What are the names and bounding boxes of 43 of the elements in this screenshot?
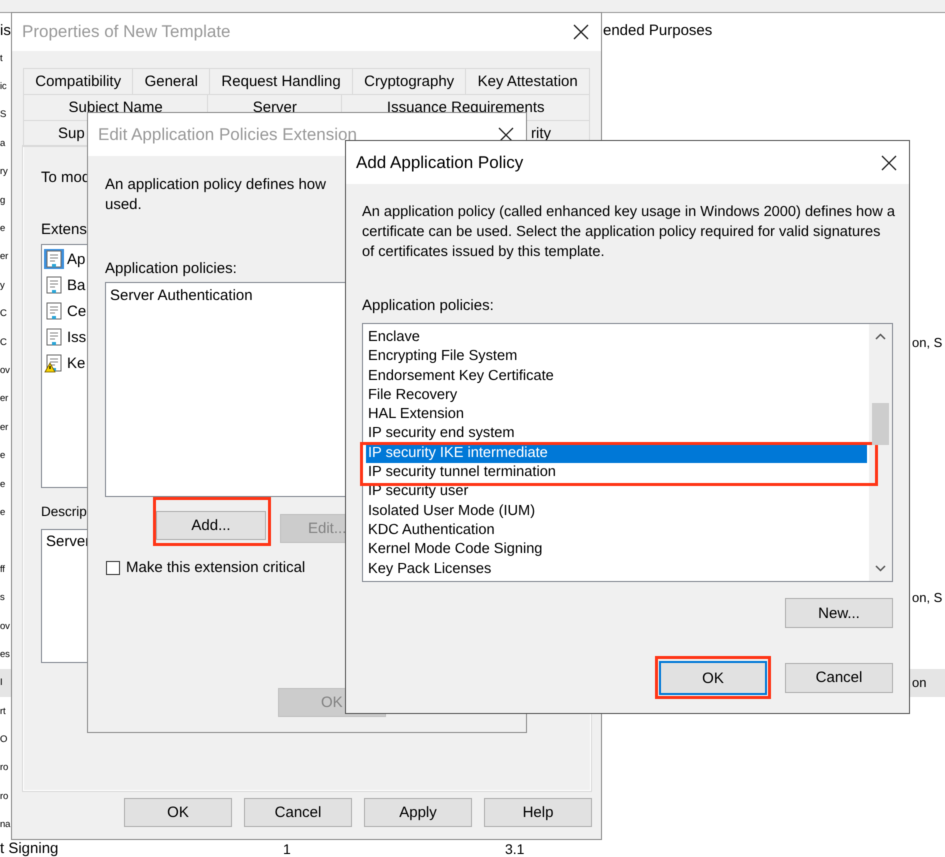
table-cell: on bbox=[912, 675, 926, 690]
table-cell: ro bbox=[0, 790, 8, 802]
table-cell: on, S bbox=[912, 334, 942, 350]
description-text: An application policy defines how bbox=[105, 175, 326, 195]
table-cell: C bbox=[0, 336, 7, 348]
table-cell: er bbox=[0, 251, 8, 262]
table-cell: na bbox=[0, 819, 10, 830]
table-cell: I bbox=[0, 677, 2, 688]
table-cell: ov bbox=[0, 620, 10, 632]
table-cell: O bbox=[0, 734, 8, 746]
table-cell: es bbox=[0, 648, 10, 660]
table-cell: g bbox=[0, 194, 6, 206]
table-cell: a bbox=[0, 138, 6, 149]
table-cell: e bbox=[0, 450, 6, 462]
window-title: Add Application Policy bbox=[356, 152, 524, 172]
table-cell: er bbox=[0, 422, 8, 433]
table-cell: y bbox=[0, 280, 5, 291]
table-cell: ro bbox=[0, 762, 8, 774]
description-text: An application policy (called enhanced key usage in Windows 2000) defines how a certificate can be used. Select the application policy required for valid signatures of certificates issued by this template. bbox=[362, 203, 896, 262]
window-title: Properties of New Template bbox=[22, 22, 231, 42]
description-text: used. bbox=[105, 195, 142, 215]
table-cell: ov bbox=[0, 364, 10, 376]
table-cell: ff bbox=[0, 564, 5, 575]
table-cell: e bbox=[0, 478, 6, 490]
field-label: Extens bbox=[41, 221, 87, 239]
table-cell: t bbox=[0, 52, 2, 64]
table-cell: s bbox=[0, 592, 5, 604]
table-cell: ry bbox=[0, 166, 8, 178]
field-label: Descrip bbox=[41, 503, 87, 521]
table-cell: on, S bbox=[912, 590, 942, 606]
table-cell: e bbox=[0, 223, 6, 234]
table-cell: rt bbox=[0, 706, 6, 717]
table-cell: C bbox=[0, 308, 7, 320]
table-cell: 1 bbox=[283, 840, 291, 857]
field-label: Application policies: bbox=[105, 259, 237, 279]
table-cell: 3.1 bbox=[505, 840, 524, 857]
table-cell: t Signing bbox=[0, 840, 58, 857]
table-cell: S bbox=[0, 109, 6, 120]
field-label: Application policies: bbox=[362, 296, 494, 316]
table-cell: e bbox=[0, 506, 6, 518]
table-cell: ic bbox=[0, 81, 6, 92]
table-cell: er bbox=[0, 393, 8, 404]
window-title: Edit Application Policies Extension bbox=[98, 124, 357, 144]
